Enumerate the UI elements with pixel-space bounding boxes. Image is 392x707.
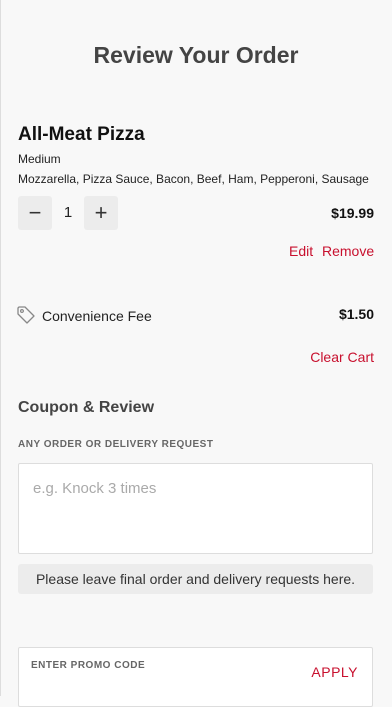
request-placeholder: e.g. Knock 3 times [33, 480, 157, 497]
decrease-quantity-button[interactable]: − [18, 196, 52, 230]
coupon-section-title: Coupon & Review [18, 399, 155, 416]
apply-promo-button[interactable]: APPLY [311, 664, 358, 680]
promo-code-placeholder: ENTER PROMO CODE [31, 660, 146, 671]
item-size: Medium [18, 152, 61, 166]
remove-item-link[interactable]: Remove [322, 243, 374, 259]
request-textarea[interactable]: e.g. Knock 3 times [18, 463, 373, 554]
quantity-value: 1 [63, 204, 73, 221]
fee-price: $1.50 [338, 306, 374, 322]
request-field-label: ANY ORDER OR DELIVERY REQUEST [18, 439, 214, 450]
fee-label: Convenience Fee [42, 308, 152, 324]
clear-cart-link[interactable]: Clear Cart [310, 349, 374, 365]
increase-quantity-button[interactable]: + [84, 196, 118, 230]
edit-item-link[interactable]: Edit [289, 243, 313, 259]
item-toppings: Mozzarella, Pizza Sauce, Bacon, Beef, Ha… [18, 172, 369, 186]
tag-icon [17, 306, 35, 324]
item-name: All-Meat Pizza [18, 124, 145, 145]
left-border [0, 0, 1, 696]
page-title: Review Your Order [93, 42, 299, 68]
minus-icon: − [28, 200, 42, 225]
request-note: Please leave final order and delivery re… [18, 564, 373, 594]
plus-icon: + [94, 200, 108, 225]
item-price: $19.99 [331, 205, 374, 221]
